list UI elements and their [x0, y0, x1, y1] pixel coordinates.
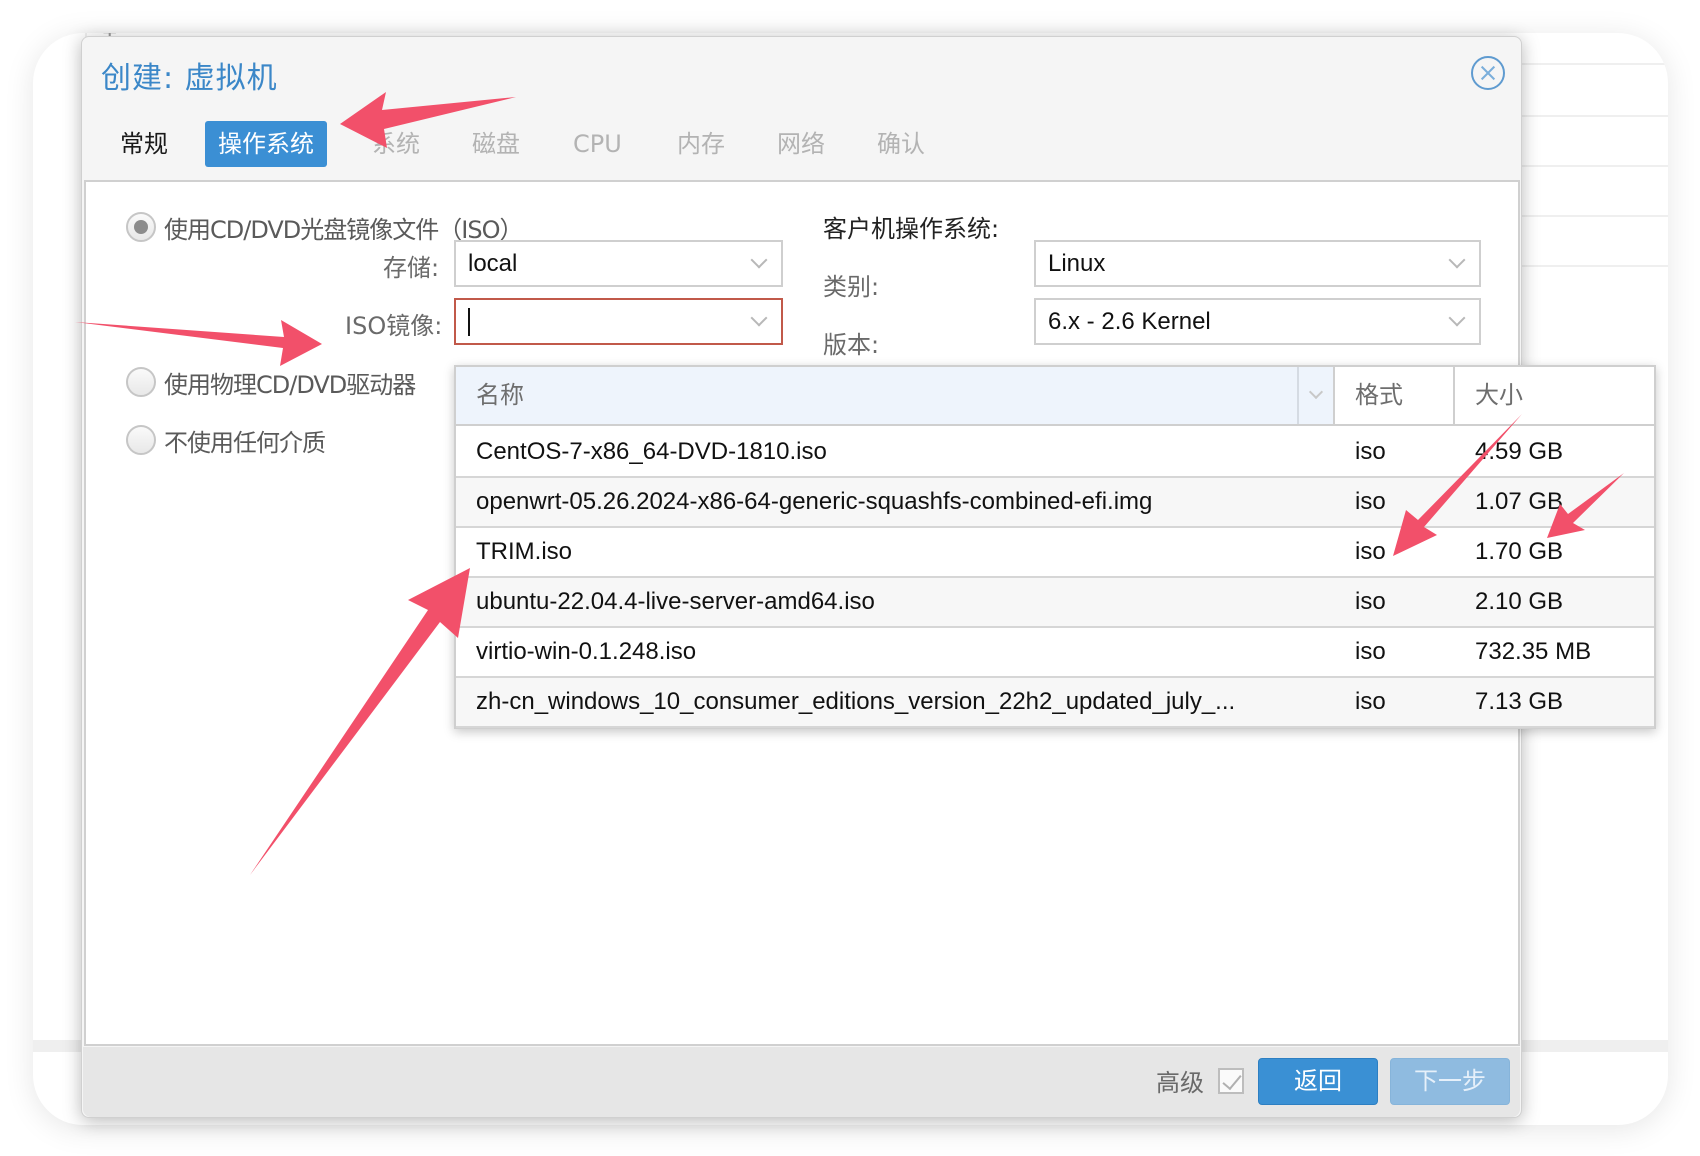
iso-name-cell: openwrt-05.26.2024-x86-64-generic-squash… [476, 488, 1153, 515]
iso-list-row[interactable]: virtio-win-0.1.248.iso iso 732.35 MB [456, 628, 1654, 678]
radio-label: 使用物理CD/DVD驱动器 [164, 370, 416, 399]
iso-name-cell: ubuntu-22.04.4-live-server-amd64.iso [476, 588, 875, 615]
iso-name-cell: CentOS-7-x86_64-DVD-1810.iso [476, 438, 827, 465]
iso-format-cell: iso [1355, 688, 1386, 715]
advanced-checkbox[interactable] [1218, 1068, 1244, 1094]
tab-cpu[interactable]: CPU [573, 121, 622, 167]
iso-size-cell: 7.13 GB [1475, 688, 1564, 715]
iso-format-cell: iso [1355, 638, 1386, 665]
os-version-label: 版本: [823, 331, 880, 359]
iso-format-cell: iso [1355, 538, 1386, 565]
radio-label: 不使用任何介质 [164, 428, 326, 457]
radio-no-media[interactable]: 不使用任何介质 [126, 422, 326, 458]
iso-format-cell: iso [1355, 588, 1386, 615]
dialog-footer: 高级 返回 下一步 [83, 1047, 1520, 1117]
radio-button[interactable] [126, 367, 156, 397]
iso-size-cell: 732.35 MB [1475, 638, 1592, 665]
iso-name-cell: TRIM.iso [476, 538, 572, 565]
storage-label: 存储: [383, 254, 440, 282]
iso-size-cell: 1.07 GB [1475, 488, 1564, 515]
tab-network[interactable]: 网络 [777, 121, 825, 167]
os-type-label: 类别: [823, 273, 880, 301]
tab-general[interactable]: 常规 [120, 121, 168, 167]
radio-physical-drive[interactable]: 使用物理CD/DVD驱动器 [126, 364, 416, 400]
radio-button[interactable] [126, 212, 156, 242]
iso-list-row[interactable]: ubuntu-22.04.4-live-server-amd64.iso iso 2… [456, 578, 1654, 628]
tab-system[interactable]: 系统 [372, 121, 420, 167]
os-type-value: Linux [1048, 249, 1106, 277]
chevron-down-icon [750, 251, 768, 269]
column-header-size[interactable]: 大小 [1455, 367, 1654, 424]
picker-header: 名称 格式 大小 [456, 367, 1654, 426]
tab-memory[interactable]: 内存 [677, 121, 725, 167]
column-header-format[interactable]: 格式 [1335, 367, 1455, 424]
wizard-tabs: 常规 操作系统 系统 磁盘 CPU 内存 网络 确认 [82, 121, 1082, 169]
iso-list-row[interactable]: openwrt-05.26.2024-x86-64-generic-squash… [456, 478, 1654, 528]
iso-size-cell: 1.70 GB [1475, 538, 1564, 565]
iso-size-cell: 2.10 GB [1475, 588, 1564, 615]
back-button[interactable]: 返回 [1258, 1058, 1378, 1105]
tab-confirm[interactable]: 确认 [877, 121, 925, 167]
radio-button[interactable] [126, 425, 156, 455]
iso-image-select[interactable] [454, 298, 783, 345]
storage-select[interactable]: local [454, 240, 783, 287]
column-header-name[interactable]: 名称 [456, 367, 1299, 424]
chevron-down-icon [1308, 384, 1324, 400]
next-button[interactable]: 下一步 [1390, 1058, 1510, 1105]
os-version-value: 6.x - 2.6 Kernel [1048, 307, 1211, 335]
iso-format-cell: iso [1355, 488, 1386, 515]
guest-os-heading: 客户机操作系统: [823, 215, 1000, 243]
iso-list-row[interactable]: CentOS-7-x86_64-DVD-1810.iso iso 4.59 GB [456, 428, 1654, 478]
iso-size-cell: 4.59 GB [1475, 438, 1564, 465]
iso-image-label: ISO镜像: [345, 312, 443, 340]
chevron-down-icon [1448, 309, 1466, 327]
chevron-down-icon [1448, 251, 1466, 269]
text-cursor [468, 307, 470, 336]
column-menu-button[interactable] [1299, 367, 1335, 424]
advanced-label: 高级 [1156, 1069, 1204, 1097]
iso-list-row[interactable]: TRIM.iso iso 1.70 GB [456, 528, 1654, 578]
iso-list-row[interactable]: zh-cn_windows_10_consumer_editions_versi… [456, 678, 1654, 728]
chevron-down-icon [750, 309, 768, 327]
tab-os[interactable]: 操作系统 [205, 121, 327, 167]
tab-disk[interactable]: 磁盘 [472, 121, 520, 167]
os-version-select[interactable]: 6.x - 2.6 Kernel [1034, 298, 1481, 345]
iso-picker-dropdown: 名称 格式 大小 CentOS-7-x86_64-DVD-1810.iso iso… [454, 365, 1656, 729]
storage-value: local [468, 249, 518, 277]
dialog-title: 创建: 虚拟机 [101, 61, 278, 96]
iso-name-cell: zh-cn_windows_10_consumer_editions_versi… [476, 688, 1236, 715]
close-circle-icon[interactable] [1471, 56, 1505, 90]
iso-name-cell: virtio-win-0.1.248.iso [476, 638, 697, 665]
iso-format-cell: iso [1355, 438, 1386, 465]
os-type-select[interactable]: Linux [1034, 240, 1481, 287]
